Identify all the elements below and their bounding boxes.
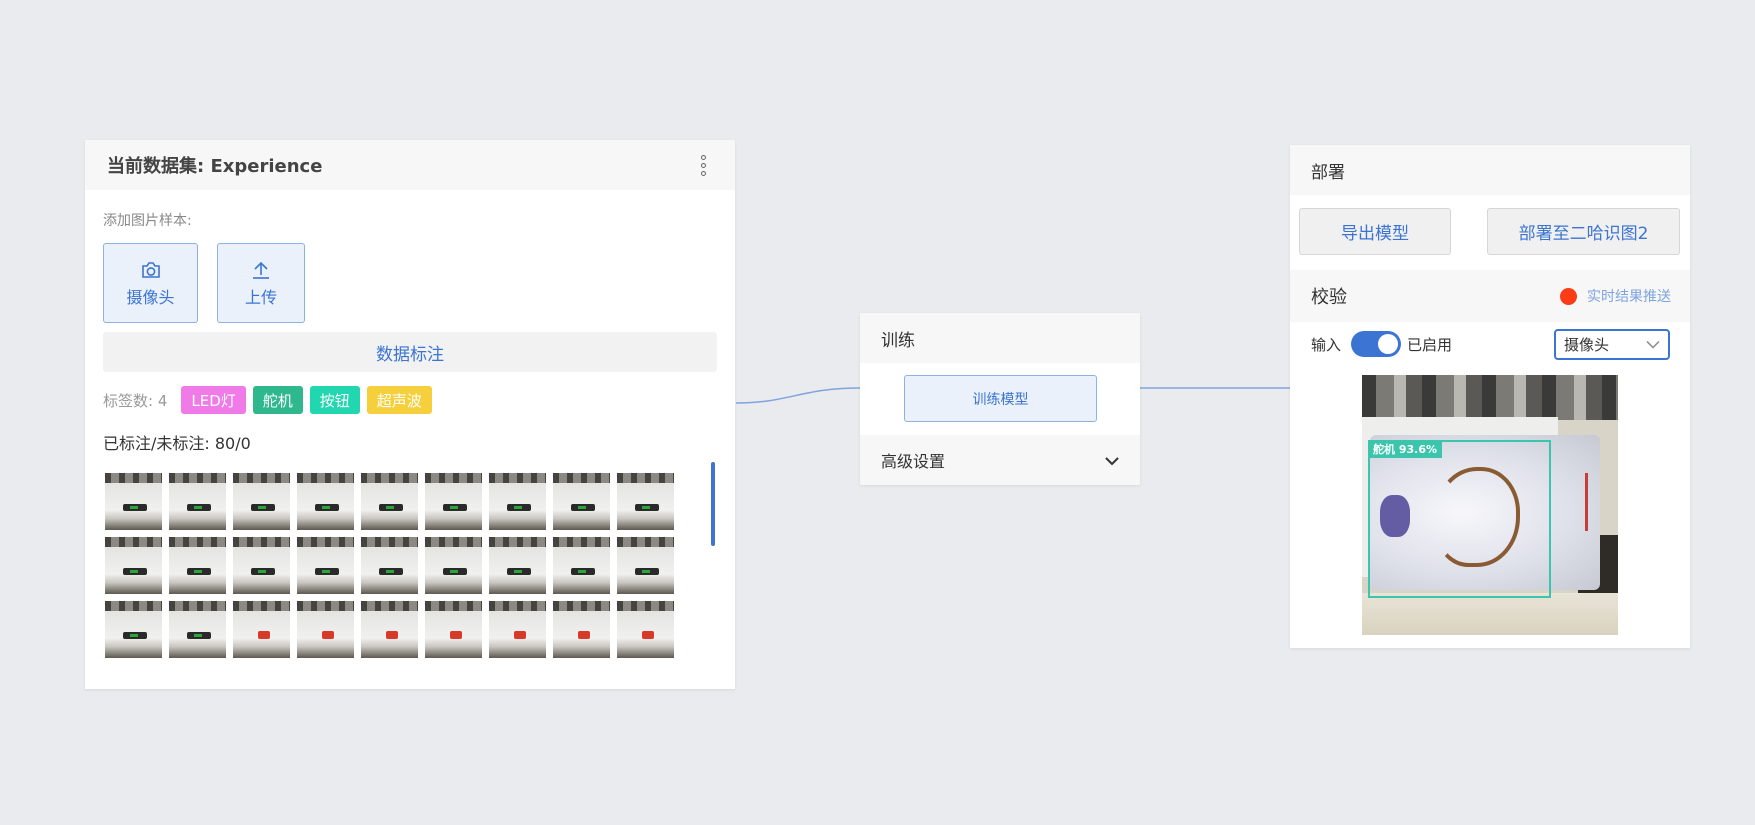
sample-thumbnail[interactable]	[105, 473, 162, 530]
sample-thumbnail[interactable]	[489, 537, 546, 594]
chevron-down-icon	[1105, 451, 1119, 470]
sample-thumbnail[interactable]	[233, 537, 290, 594]
push-status-dot	[1560, 287, 1577, 305]
upload-icon	[251, 259, 271, 281]
tag-ultrasonic[interactable]: 超声波	[366, 386, 432, 414]
detection-box	[1368, 440, 1551, 598]
realtime-push-toggle[interactable]: 实时结果推送	[1560, 286, 1671, 306]
sample-thumbnail[interactable]	[233, 473, 290, 530]
sample-thumbnail[interactable]	[361, 473, 418, 530]
sample-thumbnail[interactable]	[297, 537, 354, 594]
sample-thumbnail[interactable]	[169, 601, 226, 658]
labeled-stats: 已标注/未标注: 80/0	[103, 434, 251, 453]
upload-button-label: 上传	[244, 287, 277, 307]
camera-icon	[140, 259, 162, 281]
camera-preview: 舵机 93.6%	[1362, 375, 1618, 635]
input-source-value: 摄像头	[1564, 335, 1610, 354]
tag-button[interactable]: 按钮	[309, 386, 360, 414]
more-options-icon[interactable]	[693, 153, 713, 177]
advanced-settings-toggle[interactable]: 高级设置	[860, 435, 1140, 485]
sample-thumbnail[interactable]	[553, 537, 610, 594]
tags-row: 标签数: 4 LED灯 舵机 按钮 超声波	[103, 386, 439, 414]
input-enable-toggle[interactable]	[1351, 331, 1402, 357]
sample-thumbnail[interactable]	[617, 601, 674, 658]
thumbnail-scrollbar[interactable]	[711, 462, 715, 546]
chevron-down-icon	[1646, 335, 1660, 353]
verify-header: 校验 实时结果推送	[1290, 270, 1690, 322]
sample-thumbnail[interactable]	[169, 537, 226, 594]
sample-thumbnail[interactable]	[361, 601, 418, 658]
sample-thumbnail[interactable]	[617, 473, 674, 530]
sample-thumbnail[interactable]	[553, 473, 610, 530]
sample-thumbnail[interactable]	[169, 473, 226, 530]
sample-thumbnail[interactable]	[297, 473, 354, 530]
sample-thumbnail[interactable]	[233, 601, 290, 658]
dataset-title: 当前数据集: Experience	[107, 156, 323, 177]
enabled-label: 已启用	[1407, 335, 1453, 354]
sample-thumbnail[interactable]	[425, 537, 482, 594]
dataset-header: 当前数据集: Experience	[85, 140, 735, 190]
train-model-button[interactable]: 训练模型	[904, 375, 1097, 422]
sample-thumbnail[interactable]	[105, 537, 162, 594]
sample-thumbnail[interactable]	[297, 601, 354, 658]
annotate-button[interactable]: 数据标注	[103, 332, 717, 372]
tag-servo[interactable]: 舵机	[252, 386, 303, 414]
camera-button[interactable]: 摄像头	[103, 243, 198, 323]
sample-thumbnail-grid	[105, 473, 685, 658]
add-samples-label: 添加图片样本:	[103, 213, 192, 229]
dataset-panel: 当前数据集: Experience 添加图片样本: 摄像头 上传 数据标注 标签…	[85, 140, 735, 689]
training-header: 训练	[860, 313, 1140, 363]
training-panel: 训练 训练模型 高级设置	[860, 313, 1140, 485]
sample-thumbnail[interactable]	[425, 601, 482, 658]
export-model-button[interactable]: 导出模型	[1299, 208, 1451, 255]
training-title: 训练	[881, 330, 915, 351]
deploy-to-device-button[interactable]: 部署至二哈识图2	[1487, 208, 1680, 255]
input-label: 输入	[1311, 335, 1342, 354]
tag-count: 标签数: 4	[103, 391, 168, 410]
deploy-panel: 部署 导出模型 部署至二哈识图2 校验 实时结果推送 输入 已启用 摄像头 舵机…	[1290, 145, 1690, 648]
input-source-select[interactable]: 摄像头	[1554, 328, 1670, 360]
sample-thumbnail[interactable]	[105, 601, 162, 658]
sample-thumbnail[interactable]	[617, 537, 674, 594]
sample-thumbnail[interactable]	[361, 537, 418, 594]
sample-thumbnail[interactable]	[553, 601, 610, 658]
tag-led[interactable]: LED灯	[181, 386, 246, 414]
verify-title: 校验	[1311, 287, 1347, 308]
detection-label: 舵机 93.6%	[1368, 440, 1442, 458]
sample-thumbnail[interactable]	[425, 473, 482, 530]
deploy-title: 部署	[1311, 162, 1345, 183]
push-label: 实时结果推送	[1587, 289, 1671, 305]
upload-button[interactable]: 上传	[217, 243, 305, 323]
input-row: 输入 已启用 摄像头	[1311, 328, 1670, 360]
deploy-header: 部署	[1290, 145, 1690, 195]
sample-thumbnail[interactable]	[489, 473, 546, 530]
camera-button-label: 摄像头	[126, 287, 175, 307]
sample-thumbnail[interactable]	[489, 601, 546, 658]
advanced-settings-label: 高级设置	[881, 452, 946, 471]
